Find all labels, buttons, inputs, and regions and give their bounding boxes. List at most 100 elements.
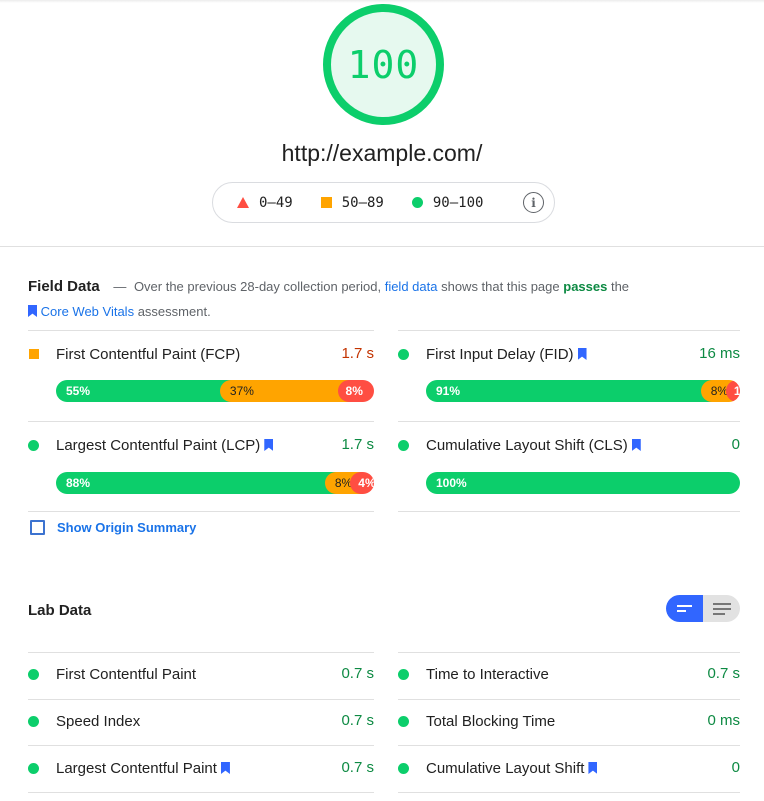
lab-metric-tbt: Total Blocking Time xyxy=(398,711,555,731)
circle-icon xyxy=(28,762,39,774)
square-icon xyxy=(320,197,332,208)
origin-summary-checkbox[interactable] xyxy=(30,520,45,535)
circle-icon xyxy=(398,348,409,360)
expanded-view-icon xyxy=(712,602,731,605)
legend-label: 90–100 xyxy=(432,194,484,211)
view-toggle[interactable] xyxy=(666,595,740,622)
divider xyxy=(28,792,374,793)
bar-segment-slow: 8% xyxy=(337,380,374,402)
bookmark-icon xyxy=(28,305,37,317)
metric-name: First Contentful Paint xyxy=(56,665,197,683)
bookmark-icon xyxy=(577,348,587,360)
divider xyxy=(398,745,740,746)
bar-segment-slow: 4% xyxy=(350,472,374,494)
expanded-view-icon-line xyxy=(712,612,725,615)
circle-icon xyxy=(398,715,409,727)
bar-segment-fast: 88% xyxy=(56,472,336,494)
lab-metric-cls: Cumulative Layout Shift xyxy=(398,758,598,778)
metric-value: 1.7 s xyxy=(341,345,374,362)
segment-label: 91% xyxy=(436,384,461,398)
divider xyxy=(398,792,740,793)
square-icon xyxy=(28,349,39,359)
circle-icon xyxy=(398,439,409,451)
compact-view-icon-line xyxy=(677,610,686,612)
expanded-view-button[interactable] xyxy=(703,595,740,622)
origin-summary-label[interactable]: Show Origin Summary xyxy=(57,520,196,535)
divider xyxy=(28,652,374,653)
section-divider xyxy=(0,246,764,247)
lab-metric-speed-index: Speed Index xyxy=(28,711,140,731)
divider xyxy=(398,652,740,653)
performance-score: 100 xyxy=(347,42,420,87)
divider xyxy=(28,511,374,512)
metric-value: 0.7 s xyxy=(341,759,374,776)
legend-label: 50–89 xyxy=(341,194,384,211)
metric-name: Total Blocking Time xyxy=(426,712,556,730)
metric-value: 0.7 s xyxy=(341,665,374,682)
bar-segment-fast: 91% xyxy=(426,380,712,402)
compact-view-icon xyxy=(677,605,692,607)
lab-metric-tti: Time to Interactive xyxy=(398,664,549,684)
field-data-description: Over the previous 28-day collection peri… xyxy=(133,279,382,294)
metric-value: 16 ms xyxy=(699,345,740,362)
bookmark-icon xyxy=(220,762,230,774)
divider xyxy=(398,421,740,422)
performance-score-gauge: 100 xyxy=(323,4,444,125)
bookmark-icon xyxy=(264,439,274,451)
triangle-icon xyxy=(237,197,249,208)
segment-label: 4% xyxy=(358,476,374,490)
metric-name: Largest Contentful Paint (LCP) xyxy=(56,436,261,454)
divider xyxy=(28,421,374,422)
segment-label: 100% xyxy=(436,476,467,490)
passes-status: passes xyxy=(563,279,608,294)
legend-label: 0–49 xyxy=(259,194,293,211)
segment-label: 37% xyxy=(229,384,254,398)
compact-view-button[interactable] xyxy=(666,595,703,622)
metric-name: First Contentful Paint (FCP) xyxy=(56,345,241,363)
circle-icon xyxy=(28,715,39,727)
segment-label: 55% xyxy=(66,384,91,398)
metric-name: Speed Index xyxy=(56,712,141,730)
lab-data-title: Lab Data xyxy=(28,602,92,619)
segment-label: 8% xyxy=(345,384,363,398)
field-data-description: the xyxy=(610,279,630,294)
divider xyxy=(398,330,740,331)
metric-value: 0 xyxy=(731,759,740,776)
expanded-view-icon-line xyxy=(712,607,731,610)
bookmark-icon xyxy=(588,762,598,774)
dash: — xyxy=(113,279,127,294)
metric-value: 0 ms xyxy=(707,712,740,729)
top-shadow xyxy=(0,0,764,3)
bar-segment-fast: 55% xyxy=(56,380,231,402)
metric-value: 0.7 s xyxy=(707,665,740,682)
score-legend: 0–49 50–89 90–100 i xyxy=(212,182,555,223)
distribution-bar: 91% 8% 1% xyxy=(426,380,740,402)
circle-icon xyxy=(398,762,409,774)
distribution-bar: 88% 8% 4% xyxy=(56,472,374,494)
metric-name: First Input Delay (FID) xyxy=(426,345,574,363)
distribution-bar: 55% 37% 8% xyxy=(56,380,374,402)
distribution-bar: 100% xyxy=(426,472,740,494)
bar-segment-fast: 100% xyxy=(426,472,740,494)
legend-item-good: 90–100 xyxy=(411,194,484,211)
core-web-vitals-link[interactable]: Core Web Vitals xyxy=(41,304,134,319)
divider xyxy=(28,745,374,746)
info-icon[interactable]: i xyxy=(523,192,544,213)
field-metric-fid: First Input Delay (FID) xyxy=(398,344,587,364)
circle-icon xyxy=(411,197,423,208)
circle-icon xyxy=(28,668,39,680)
segment-label: 1% xyxy=(733,384,740,398)
legend-item-average: 50–89 xyxy=(320,194,384,211)
divider xyxy=(398,699,740,700)
metric-name: Cumulative Layout Shift (CLS) xyxy=(426,436,628,454)
show-origin-summary-toggle[interactable]: Show Origin Summary xyxy=(30,520,196,535)
field-metric-fcp: First Contentful Paint (FCP) xyxy=(28,344,240,364)
field-data-link[interactable]: field data xyxy=(385,279,438,294)
metric-name: Cumulative Layout Shift xyxy=(426,759,585,777)
divider xyxy=(28,330,374,331)
field-metric-cls: Cumulative Layout Shift (CLS) xyxy=(398,435,641,455)
circle-icon xyxy=(28,439,39,451)
lab-metric-lcp: Largest Contentful Paint xyxy=(28,758,230,778)
divider xyxy=(398,511,740,512)
segment-label: 88% xyxy=(66,476,91,490)
